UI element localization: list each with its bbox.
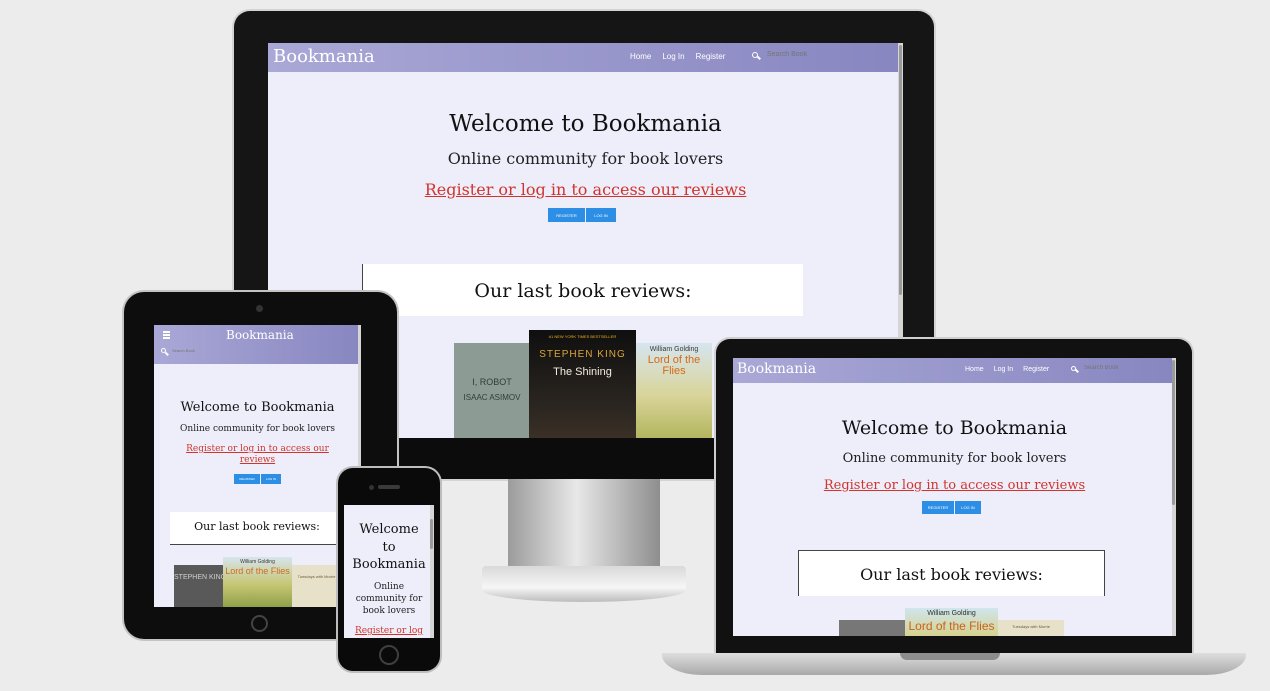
book-cover-i-robot[interactable]: I, ROBOT ISAAC ASIMOV (454, 343, 530, 438)
book-author: William Golding (649, 346, 699, 353)
search-input[interactable] (172, 348, 212, 353)
hero-title: Welcome to Bookmania (449, 111, 722, 137)
search-bar (161, 348, 212, 356)
home-button-icon (251, 615, 268, 632)
nav-links: Home Log In Register (965, 366, 1049, 373)
reviews-heading-box: Our last book reviews: (362, 264, 803, 316)
speaker-icon (378, 485, 400, 489)
register-button[interactable]: Register (548, 208, 585, 222)
hero-buttons: Register Log In (548, 208, 616, 222)
reviews-heading-box: Our last book reviews: (170, 512, 344, 545)
login-button[interactable]: Log In (261, 474, 281, 484)
tablet-screen: Bookmania Welcome to Bookmania Online co… (154, 325, 361, 607)
home-button-icon (379, 645, 399, 665)
search-input[interactable] (767, 51, 827, 58)
book-title: Lord of the Flies (225, 566, 290, 576)
hero-cta-link[interactable]: Register or log in to access our reviews (268, 180, 903, 199)
brand-logo[interactable]: Bookmania (737, 361, 816, 377)
hero-title-line-2: to (382, 540, 396, 555)
book-title: Lord of the Flies (647, 354, 701, 377)
register-button[interactable]: Register (922, 501, 954, 514)
book-cover-the-shining[interactable]: STEPHEN KING (174, 565, 223, 607)
brand-logo[interactable]: Bookmania (273, 46, 375, 67)
search-icon[interactable] (752, 51, 761, 60)
search-bar (1071, 365, 1134, 373)
navbar: Bookmania Home Log In Register (733, 358, 1176, 383)
book-title: Tuesdays with Morrie (1012, 624, 1050, 629)
hero-cta-link[interactable]: Register or log (344, 626, 434, 636)
hero-subtitle: Online community for book lovers (180, 424, 335, 434)
hero-subtitle: Online community for book lovers (447, 149, 724, 168)
phone-screen: Welcome to Bookmania Online community fo… (344, 505, 434, 638)
laptop-screen: Bookmania Home Log In Register Welcome t… (733, 358, 1176, 636)
scrollbar-thumb[interactable] (899, 45, 902, 295)
book-cover-tuesdays-with-morrie[interactable]: Tuesdays with Morrie (292, 565, 341, 607)
navbar: Bookmania Home Log In Register (268, 43, 903, 72)
book-author: STEPHEN KING (539, 349, 626, 360)
hero-title: Welcome to Bookmania (180, 400, 335, 415)
brand-logo[interactable]: Bookmania (226, 328, 294, 342)
register-button[interactable]: Register (234, 474, 260, 484)
search-icon[interactable] (1071, 365, 1079, 373)
reviews-heading-box: Our last book reviews: (798, 550, 1105, 596)
nav-home-link[interactable]: Home (965, 366, 984, 373)
book-title: I, ROBOT (472, 377, 512, 387)
book-title: Tuesdays with Morrie (297, 574, 336, 579)
reviews-heading: Our last book reviews: (474, 280, 692, 302)
book-title: Lord of the Flies (908, 619, 995, 633)
hero-buttons: Register Log In (234, 474, 281, 484)
nav-login-link[interactable]: Log In (662, 52, 684, 61)
reviews-heading: Our last book reviews: (860, 565, 1043, 584)
book-title: The Shining (553, 366, 612, 378)
login-button[interactable]: Log In (955, 501, 981, 514)
book-author: ISAAC ASIMOV (463, 393, 521, 402)
nav-login-link[interactable]: Log In (994, 366, 1013, 373)
search-icon[interactable] (161, 348, 169, 356)
book-cover-the-shining[interactable] (839, 620, 905, 636)
book-cover-tuesdays-with-morrie[interactable]: Tuesdays with Morrie (998, 620, 1064, 636)
hero-title-line-3: Bookmania (352, 557, 426, 572)
book-cover-lord-of-the-flies[interactable]: William Golding Lord of the Flies (223, 557, 292, 607)
nav-home-link[interactable]: Home (630, 52, 651, 61)
book-cover-the-shining[interactable]: #1 NEW YORK TIMES BESTSELLER STEPHEN KIN… (529, 330, 636, 438)
hero-subtitle-line-2: community for (355, 594, 423, 604)
camera-icon (369, 485, 374, 490)
book-author: William Golding (240, 559, 275, 565)
monitor-stand-base (482, 566, 686, 602)
hero-subtitle-line-1: Online (373, 582, 405, 592)
camera-icon (256, 305, 263, 312)
book-cover-lord-of-the-flies[interactable]: William Golding Lord of the Flies (636, 343, 712, 438)
book-cover-lord-of-the-flies[interactable]: William Golding Lord of the Flies (905, 608, 998, 636)
navbar: Bookmania (154, 325, 361, 364)
nav-register-link[interactable]: Register (696, 52, 726, 61)
hero-subtitle: Online community for book lovers (842, 451, 1067, 466)
hero-cta-link[interactable]: Register or log in to access our reviews (733, 478, 1176, 493)
hero-cta-link-line-2[interactable]: reviews (154, 455, 361, 465)
laptop-notch (900, 653, 1000, 660)
reviews-heading: Our last book reviews: (194, 520, 320, 533)
hero-title: Welcome to Bookmania (841, 417, 1068, 439)
book-tagline: #1 NEW YORK TIMES BESTSELLER (548, 334, 617, 339)
book-author: William Golding (927, 610, 976, 617)
hero-subtitle-line-3: book lovers (362, 606, 416, 616)
nav-register-link[interactable]: Register (1023, 366, 1049, 373)
search-bar (752, 51, 827, 60)
book-author: STEPHEN KING (174, 574, 223, 581)
nav-links: Home Log In Register (630, 52, 725, 61)
hero-buttons: Register Log In (922, 501, 981, 514)
monitor-stand (508, 479, 660, 571)
menu-icon[interactable] (163, 331, 170, 339)
hero-title-line-1: Welcome (359, 522, 419, 537)
search-input[interactable] (1084, 365, 1134, 371)
login-button[interactable]: Log In (586, 208, 616, 222)
hero-cta-link-line-1[interactable]: Register or log in to access our (154, 444, 361, 454)
